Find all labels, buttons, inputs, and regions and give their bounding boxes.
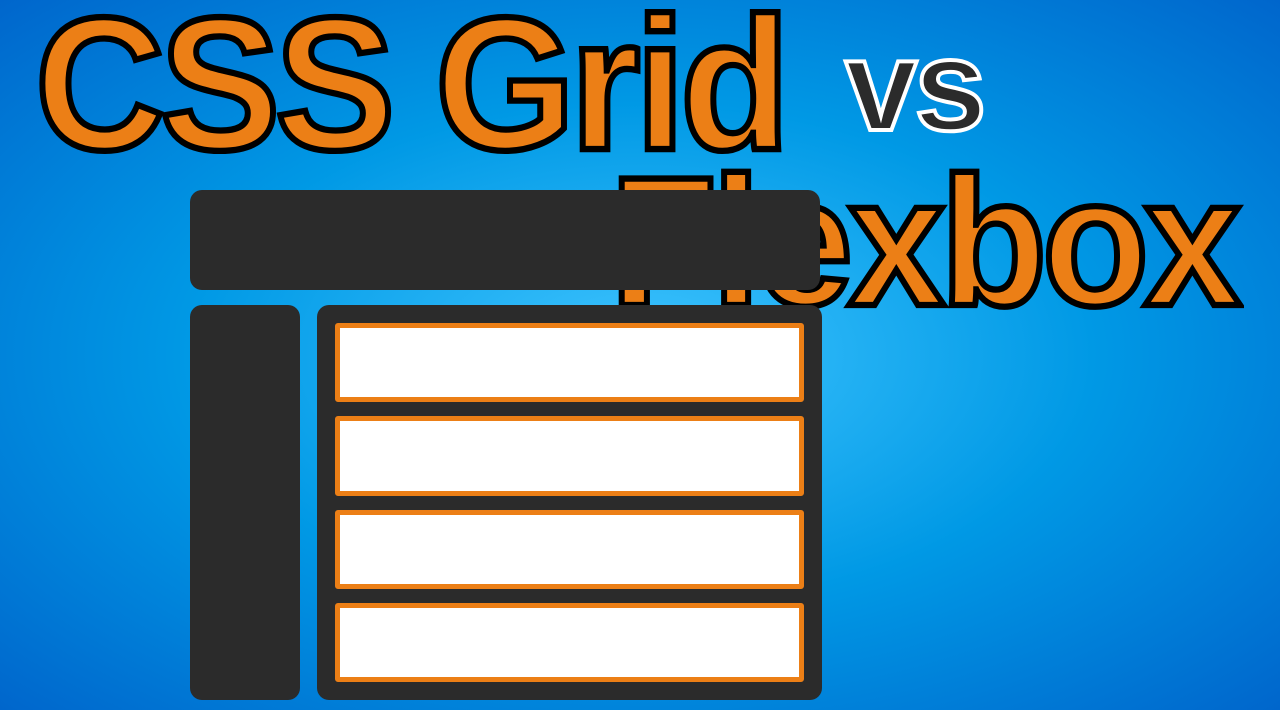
grid-sidebar-block bbox=[190, 305, 300, 700]
flex-row-item bbox=[335, 416, 804, 495]
title-vs: vs bbox=[845, 20, 984, 150]
flex-row-item bbox=[335, 603, 804, 682]
flex-row-item bbox=[335, 510, 804, 589]
flex-row-item bbox=[335, 323, 804, 402]
grid-header-block bbox=[190, 190, 820, 290]
grid-content-block bbox=[317, 305, 822, 700]
